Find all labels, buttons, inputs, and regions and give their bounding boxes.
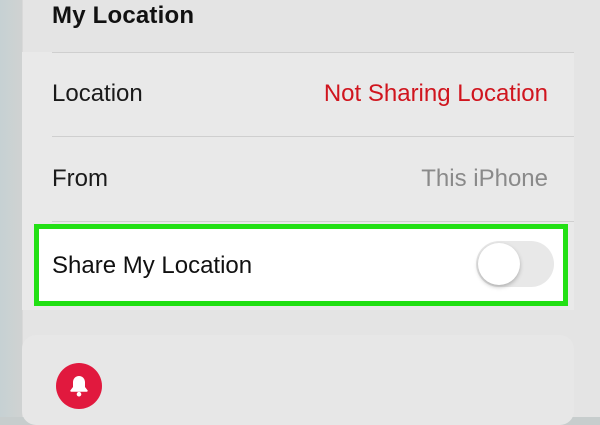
notifications-card bbox=[22, 335, 574, 425]
notifications-button[interactable] bbox=[56, 363, 102, 409]
section-title: My Location bbox=[52, 2, 195, 29]
location-status-value: Not Sharing Location bbox=[323, 80, 548, 107]
from-row[interactable]: From This iPhone bbox=[22, 137, 574, 221]
from-label: From bbox=[52, 165, 108, 192]
from-device-value: This iPhone bbox=[421, 165, 548, 192]
share-my-location-label: Share My Location bbox=[52, 252, 253, 279]
location-row[interactable]: Location Not Sharing Location bbox=[22, 52, 574, 136]
toggle-knob bbox=[478, 243, 520, 285]
bell-icon bbox=[70, 376, 88, 397]
share-my-location-row[interactable]: Share My Location bbox=[34, 224, 568, 306]
location-label: Location bbox=[52, 80, 143, 107]
divider bbox=[52, 221, 574, 222]
share-location-toggle[interactable] bbox=[476, 241, 554, 287]
